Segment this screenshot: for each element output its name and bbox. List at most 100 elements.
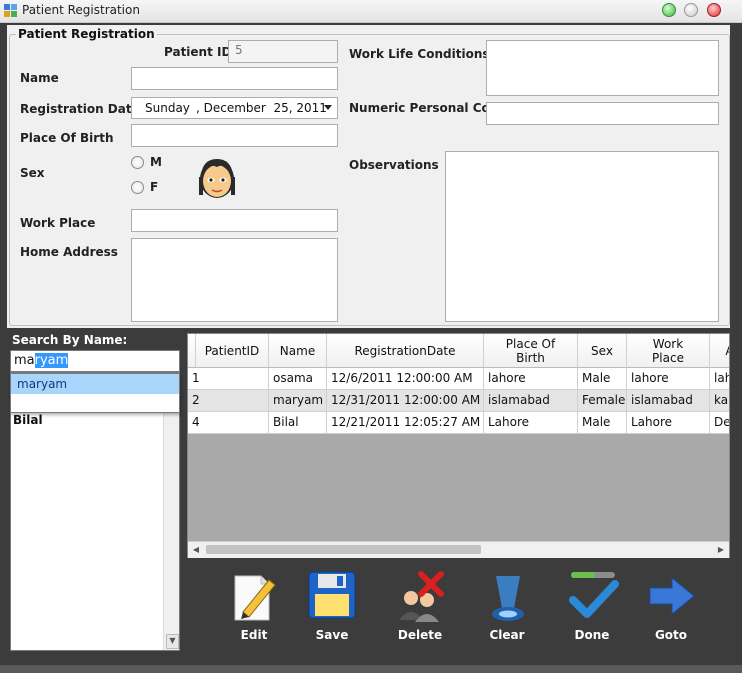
column-header[interactable]: A [710, 334, 729, 368]
minimize-button[interactable] [662, 3, 676, 17]
table-cell: maryam [269, 390, 327, 412]
column-header[interactable]: Place Of Birth [484, 334, 578, 368]
table-cell: Def [710, 412, 729, 434]
sex-label: Sex [20, 166, 45, 180]
numeric-code-field[interactable] [486, 102, 719, 125]
sex-female-label: F [150, 180, 159, 194]
chevron-down-icon[interactable] [324, 105, 332, 111]
table-cell: kar [710, 390, 729, 412]
table-cell: lahore [627, 368, 710, 390]
save-label: Save [315, 628, 349, 642]
clear-button[interactable]: Clear [472, 568, 542, 644]
table-cell: islamabad [484, 390, 578, 412]
place-of-birth-field[interactable] [131, 124, 338, 147]
column-header[interactable]: PatientID [196, 334, 269, 368]
observations-label: Observations [349, 158, 439, 172]
sex-male-radio[interactable] [131, 156, 144, 169]
registration-date-label: Registration Date [20, 102, 140, 116]
goto-label: Goto [654, 628, 688, 642]
home-address-field[interactable] [131, 238, 338, 322]
floppy-disk-icon [308, 571, 356, 619]
patient-id-field: 5 [228, 40, 338, 63]
column-header[interactable]: RegistrationDate [327, 334, 484, 368]
title-bar: Patient Registration [0, 0, 742, 23]
delete-label: Delete [397, 628, 443, 642]
delete-user-icon [399, 571, 444, 622]
avatar-icon [199, 159, 235, 198]
observations-field[interactable] [445, 151, 719, 322]
arrow-right-icon [649, 576, 695, 616]
search-results-list[interactable]: Bilal ▼ [10, 372, 180, 651]
table-row[interactable]: 4 Bilal 12/21/2011 12:05:27 AM Lahore Ma… [188, 412, 729, 434]
table-cell: osama [269, 368, 327, 390]
app-window: Patient Registration Patient Registratio… [0, 0, 742, 673]
table-cell: 12/31/2011 12:00:00 AM [327, 390, 484, 412]
work-life-label: Work Life Conditions [349, 47, 490, 61]
grid-corner [188, 334, 196, 368]
table-cell: Lahore [484, 412, 578, 434]
table-cell: lahore [484, 368, 578, 390]
sex-female-radio[interactable] [131, 181, 144, 194]
save-button[interactable]: Save [297, 568, 367, 644]
group-title: Patient Registration [16, 27, 157, 41]
table-cell: 4 [188, 412, 269, 434]
app-icon [4, 4, 17, 17]
maximize-button[interactable] [684, 3, 698, 17]
name-label: Name [20, 71, 59, 85]
table-cell: Male [578, 412, 627, 434]
table-cell: 1 [188, 368, 269, 390]
table-cell: islamabad [627, 390, 710, 412]
column-header[interactable]: Work Place [627, 334, 710, 368]
table-row[interactable]: 1 osama 12/6/2011 12:00:00 AM lahore Mal… [188, 368, 729, 390]
edit-icon [234, 575, 276, 621]
edit-button[interactable]: Edit [219, 568, 289, 644]
scroll-right-icon[interactable]: ▶ [715, 544, 727, 555]
done-button[interactable]: Done [557, 568, 627, 644]
column-header[interactable]: Name [269, 334, 327, 368]
place-of-birth-label: Place Of Birth [20, 131, 114, 145]
window-title: Patient Registration [22, 3, 140, 17]
delete-button[interactable]: Delete [385, 568, 455, 644]
name-field[interactable] [131, 67, 338, 90]
table-cell: 2 [188, 390, 269, 412]
table-cell: 12/21/2011 12:05:27 AM [327, 412, 484, 434]
scroll-down-icon[interactable]: ▼ [166, 634, 179, 649]
date-value: , December 25, 2011 [196, 101, 327, 115]
list-item[interactable]: Bilal [13, 413, 43, 427]
autocomplete-suggestion[interactable]: maryam [11, 374, 179, 394]
work-place-label: Work Place [20, 216, 96, 230]
table-cell: lah [710, 368, 729, 390]
search-input[interactable]: maryam [10, 350, 180, 372]
done-label: Done [574, 628, 610, 642]
goto-button[interactable]: Goto [636, 568, 706, 644]
search-autocomplete: ryam [34, 353, 69, 368]
autocomplete-dropdown[interactable]: maryam [10, 373, 180, 413]
registration-date-picker[interactable]: Sunday , December 25, 2011 [131, 97, 338, 119]
table-cell: Lahore [627, 412, 710, 434]
sex-male-label: M [150, 155, 162, 169]
column-header[interactable]: Sex [578, 334, 627, 368]
table-cell: Bilal [269, 412, 327, 434]
search-typed: ma [14, 353, 35, 368]
scroll-thumb[interactable] [206, 545, 481, 554]
search-label: Search By Name: [12, 333, 128, 347]
table-cell: Male [578, 368, 627, 390]
work-place-field[interactable] [131, 209, 338, 232]
work-life-field[interactable] [486, 40, 719, 96]
home-address-label: Home Address [20, 245, 118, 259]
patients-grid[interactable]: PatientID Name RegistrationDate Place Of… [187, 333, 730, 558]
scroll-left-icon[interactable]: ◀ [190, 544, 202, 555]
grid-hscrollbar[interactable]: ◀ ▶ [188, 541, 729, 558]
patient-id-label: Patient ID [164, 45, 232, 59]
broom-icon [492, 576, 524, 621]
window-bottom-border [0, 665, 742, 673]
clear-label: Clear [489, 628, 525, 642]
numeric-code-label: Numeric Personal Code [349, 101, 507, 115]
table-cell: 12/6/2011 12:00:00 AM [327, 368, 484, 390]
date-day: Sunday [145, 101, 190, 115]
edit-label: Edit [240, 628, 268, 642]
table-row[interactable]: 2 maryam 12/31/2011 12:00:00 AM islamaba… [188, 390, 729, 412]
close-button[interactable] [707, 3, 721, 17]
checkmark-icon [569, 572, 619, 618]
list-scrollbar[interactable]: ▼ [163, 373, 179, 650]
